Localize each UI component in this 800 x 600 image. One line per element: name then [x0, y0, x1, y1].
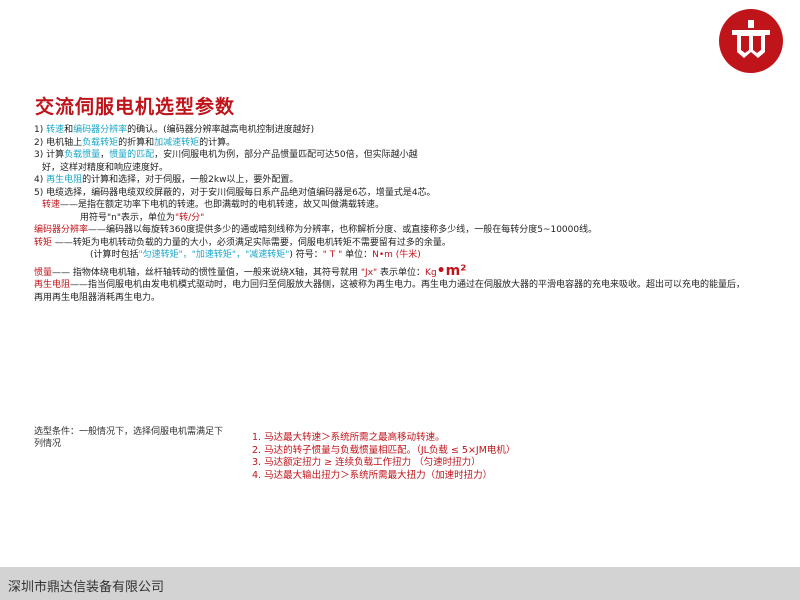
line-2: 2) 电机轴上负载转矩的折算和加减速转矩的计算。	[34, 137, 754, 150]
selection-condition: 选型条件：一般情况下，选择伺服电机需满足下列情况	[34, 427, 224, 449]
text: 和	[64, 125, 74, 135]
criteria-item: 2. 马达的转子惯量与负载惯量相匹配。（JL负载 ≤ 5×JM电机）	[252, 444, 516, 456]
company-logo-icon	[719, 9, 783, 73]
term-regen-resistor: 再生电阻	[46, 175, 83, 185]
text: ) 符号：	[289, 250, 323, 260]
text: 3) 计算	[34, 150, 65, 160]
term-speed: 转速	[46, 125, 65, 135]
text: ——指当伺服电机由发电机模式驱动时，电力回归至伺服放大器侧，这被称为再生电力。再…	[34, 280, 746, 303]
term-encoder-def: 编码器分辨率	[34, 225, 89, 235]
text: 表示单位：	[377, 267, 426, 278]
line-1: 1) 转速和编码器分辨率的确认。(编码器分辨率越高电机控制进度越好)	[34, 124, 754, 137]
term-speed-def: 转速	[42, 200, 61, 210]
term-inertia-matching: 惯量的匹配	[109, 150, 155, 160]
term-regen-def: 再生电阻	[34, 280, 71, 290]
inertia-unit-m2: •m²	[436, 262, 467, 279]
criteria-item: 4. 马达最大输出扭力＞系统所需最大扭力（加速时扭力）	[252, 469, 493, 481]
text: ，安川伺服电机为例，部分产品惯量匹配可达50倍，但实际越小越	[154, 150, 418, 160]
text: 的计算和选择，对于伺服，一般2kw以上，要外配置。	[82, 175, 299, 185]
term-torque-def: 转矩	[34, 237, 55, 248]
term-accel-torque: 加减速转矩	[154, 137, 200, 148]
page-title: 交流伺服电机选型参数	[35, 96, 236, 118]
line-6: 转速——是指在额定功率下电机的转速。也即满载时的电机转速，故又叫做满载转速。	[34, 199, 754, 212]
line-4: 4) 再生电阻的计算和选择，对于伺服，一般2kw以上，要外配置。	[34, 174, 754, 187]
line-11: 惯量—— 指物体绕电机轴，丝杆轴转动的惯性量值，一般来说绕X轴，其符号就用 "J…	[34, 262, 754, 280]
line-8: 编码器分辨率——编码器以每旋转360度提供多少的通或暗刻线称为分辨率，也称解析分…	[34, 224, 754, 237]
text: (计算时包括	[90, 250, 139, 260]
term-load-inertia: 负载惯量	[64, 150, 101, 160]
text: 的计算。	[199, 137, 236, 148]
line-10: (计算时包括"匀速转矩"，"加速转矩"，"减速转矩") 符号：" T " 单位：…	[34, 249, 754, 262]
torque-unit: N•m (牛米)	[372, 250, 421, 260]
parameter-text-block: 1) 转速和编码器分辨率的确认。(编码器分辨率越高电机控制进度越好) 2) 电机…	[34, 124, 754, 304]
term-load-torque: 负载转矩	[82, 137, 119, 148]
inertia-unit-kg: Kg	[425, 267, 437, 278]
text: 1)	[34, 125, 47, 135]
text: ——是指在额定功率下电机的转速。也即满载时的电机转速，故又叫做满载转速。	[60, 200, 385, 210]
line-9: 转矩 ——转矩为电机转动负载的力量的大小，必须满足实际需要，伺服电机转矩不需要留…	[34, 237, 754, 250]
text: ——编码器以每旋转360度提供多少的通或暗刻线称为分辨率，也称解析分度、或直接称…	[88, 225, 598, 235]
speed-unit: "转/分"	[174, 212, 205, 223]
line-12: 再生电阻——指当伺服电机由发电机模式驱动时，电力回归至伺服放大器侧，这被称为再生…	[34, 279, 754, 304]
text: 2) 电机轴上	[34, 137, 83, 148]
company-name: 深圳市鼎达信装备有限公司	[8, 580, 165, 595]
criteria-item: 1. 马达最大转速＞系统所需之最高移动转速。	[252, 432, 445, 443]
torque-types: "匀速转矩"，"加速转矩"，"减速转矩"	[138, 250, 290, 260]
line-3: 3) 计算负载惯量，惯量的匹配，安川伺服电机为例，部分产品惯量匹配可达50倍，但…	[34, 149, 754, 162]
text: —— 指物体绕电机轴，丝杆轴转动的惯性量值，一般来说绕X轴，其符号就用	[52, 267, 361, 278]
term-inertia-def: 惯量	[34, 267, 53, 278]
text: ，	[100, 150, 110, 160]
selection-criteria-list: 1. 马达最大转速＞系统所需之最高移动转速。 2. 马达的转子惯量与负载惯量相匹…	[252, 432, 515, 482]
text: 单位：	[342, 250, 373, 260]
criteria-item: 3. 马达额定扭力 ≥ 连续负载工作扭力 （匀速时扭力）	[252, 457, 481, 468]
text: 的确认。(编码器分辨率越高电机控制进度越好)	[127, 125, 315, 135]
text: 的折算和	[118, 137, 155, 148]
line-7: 用符号"n"表示，单位为"转/分"	[34, 212, 754, 225]
line-3b: 好，这样对精度和响应速度好。	[42, 162, 169, 173]
text: 4)	[34, 175, 47, 185]
text: ——转矩为电机转动负载的力量的大小，必须满足实际需要，伺服电机转矩不需要留有过多…	[54, 237, 451, 248]
line-5: 5) 电缆选择，编码器电缆双绞屏蔽的，对于安川伺服每日系产品绝对值编码器是6芯，…	[34, 187, 436, 198]
torque-symbol: " T "	[322, 250, 343, 260]
text: 用符号"n"表示，单位为	[80, 212, 175, 223]
inertia-symbol: "Jx"	[360, 267, 378, 278]
term-encoder-resolution: 编码器分辨率	[73, 125, 128, 135]
footer-bar: 深圳市鼎达信装备有限公司	[0, 567, 800, 600]
